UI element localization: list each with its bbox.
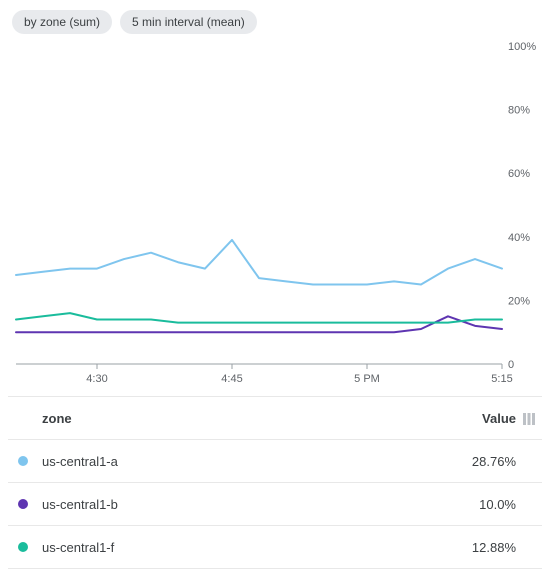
legend-series-value: 12.88% xyxy=(436,540,516,555)
chart: 100% 80% 60% 40% 20% 0 4:30 4:45 5 PM 5:15 xyxy=(8,38,542,388)
legend-swatch-col xyxy=(8,542,38,552)
chip-interval[interactable]: 5 min interval (mean) xyxy=(120,10,257,34)
legend-series-name: us-central1-f xyxy=(38,540,436,555)
svg-text:0: 0 xyxy=(508,359,514,371)
svg-text:80%: 80% xyxy=(508,105,530,117)
chip-by-zone[interactable]: by zone (sum) xyxy=(12,10,112,34)
chart-svg: 100% 80% 60% 40% 20% 0 4:30 4:45 5 PM 5:15 xyxy=(8,38,542,388)
filter-chip-row: by zone (sum) 5 min interval (mean) xyxy=(12,10,542,34)
legend-header-row: zone Value xyxy=(8,396,542,440)
columns-icon xyxy=(522,412,536,426)
legend-swatch-col xyxy=(8,499,38,509)
svg-text:4:30: 4:30 xyxy=(86,373,107,385)
svg-text:5:15: 5:15 xyxy=(491,373,512,385)
legend-header-zone: zone xyxy=(38,411,436,426)
svg-text:4:45: 4:45 xyxy=(221,373,242,385)
svg-text:100%: 100% xyxy=(508,41,536,53)
legend-row[interactable]: us-central1-a28.76% xyxy=(8,440,542,483)
svg-text:40%: 40% xyxy=(508,232,530,244)
legend-series-value: 28.76% xyxy=(436,454,516,469)
legend-row[interactable]: us-central1-b10.0% xyxy=(8,483,542,526)
chip-label: by zone (sum) xyxy=(24,15,100,29)
legend-header-value: Value xyxy=(436,411,516,426)
legend-swatch-col xyxy=(8,456,38,466)
legend-swatch xyxy=(18,542,28,552)
chip-label: 5 min interval (mean) xyxy=(132,15,245,29)
legend-series-value: 10.0% xyxy=(436,497,516,512)
legend-row[interactable]: us-central1-f12.88% xyxy=(8,526,542,569)
legend-table: zone Value us-central1-a28.76%us-central… xyxy=(8,396,542,569)
legend-swatch xyxy=(18,456,28,466)
svg-text:20%: 20% xyxy=(508,295,530,307)
legend-series-name: us-central1-a xyxy=(38,454,436,469)
legend-series-name: us-central1-b xyxy=(38,497,436,512)
columns-toggle-icon[interactable] xyxy=(516,410,542,426)
svg-text:60%: 60% xyxy=(508,168,530,180)
legend-swatch xyxy=(18,499,28,509)
svg-text:5 PM: 5 PM xyxy=(354,373,380,385)
